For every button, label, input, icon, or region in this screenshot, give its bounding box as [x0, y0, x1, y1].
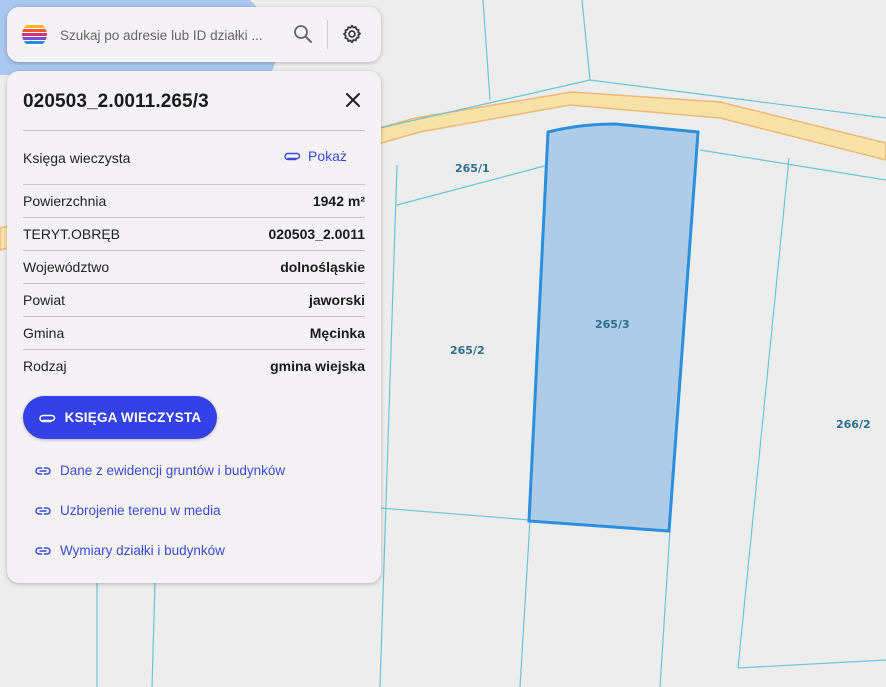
link-icon: [35, 466, 51, 475]
row-value-teryt: 020503_2.0011: [268, 226, 365, 242]
link-dimensions[interactable]: Wymiary działki i budynków: [35, 543, 225, 558]
row-label-county: Powiat: [23, 292, 66, 308]
divider: [23, 283, 365, 284]
row-label-commune: Gmina: [23, 325, 65, 341]
row-value-voivodeship: dolnośląskie: [280, 259, 365, 275]
link-dimensions-label: Wymiary działki i budynków: [60, 543, 225, 558]
close-icon[interactable]: [343, 90, 363, 110]
search-input[interactable]: [60, 22, 285, 48]
row-value-commune: Męcinka: [309, 325, 365, 341]
link-utilities[interactable]: Uzbrojenie terenu w media: [35, 503, 221, 518]
divider: [23, 184, 365, 185]
divider: [23, 250, 365, 251]
gear-icon[interactable]: [341, 23, 363, 45]
row-value-type: gmina wiejska: [270, 358, 365, 374]
row-value-county: jaworski: [308, 292, 365, 308]
link-land-records-label: Dane z ewidencji gruntów i budynków: [60, 463, 286, 478]
paperclip-icon: [38, 414, 55, 422]
link-utilities-label: Uzbrojenie terenu w media: [60, 503, 221, 518]
row-value-area: 1942 m²: [312, 193, 365, 209]
divider: [23, 316, 365, 317]
paperclip-icon: [284, 152, 301, 161]
parcel-id-title: 020503_2.0011.265/3: [23, 91, 209, 112]
parcel-info-panel: 020503_2.0011.265/3 Księga wieczysta Pok…: [7, 71, 381, 583]
land-register-button-label: KSIĘGA WIECZYSTA: [64, 410, 202, 425]
link-land-records[interactable]: Dane z ewidencji gruntów i budynków: [35, 463, 285, 478]
kw-show-link[interactable]: Pokaż: [284, 148, 347, 164]
divider: [23, 130, 365, 131]
link-icon: [35, 546, 51, 555]
search-divider: [327, 20, 328, 49]
parcel-label-265-1: 265/1: [455, 162, 490, 175]
divider: [23, 217, 365, 218]
row-label-area: Powierzchnia: [23, 193, 107, 209]
land-register-button[interactable]: KSIĘGA WIECZYSTA: [23, 396, 217, 439]
parcel-label-265-2: 265/2: [450, 344, 485, 357]
divider: [23, 349, 365, 350]
row-label-teryt: TERYT.OBRĘB: [23, 226, 120, 242]
row-label-voivodeship: Województwo: [23, 259, 110, 275]
search-icon[interactable]: [293, 24, 313, 44]
parcel-label-266-2: 266/2: [836, 418, 871, 431]
search-bar: [7, 7, 381, 62]
kw-label: Księga wieczysta: [23, 150, 131, 166]
app-logo[interactable]: [22, 22, 47, 47]
row-label-type: Rodzaj: [23, 358, 67, 374]
link-icon: [35, 506, 51, 515]
kw-show-label: Pokaż: [308, 148, 347, 164]
parcel-label-265-3: 265/3: [595, 318, 630, 331]
